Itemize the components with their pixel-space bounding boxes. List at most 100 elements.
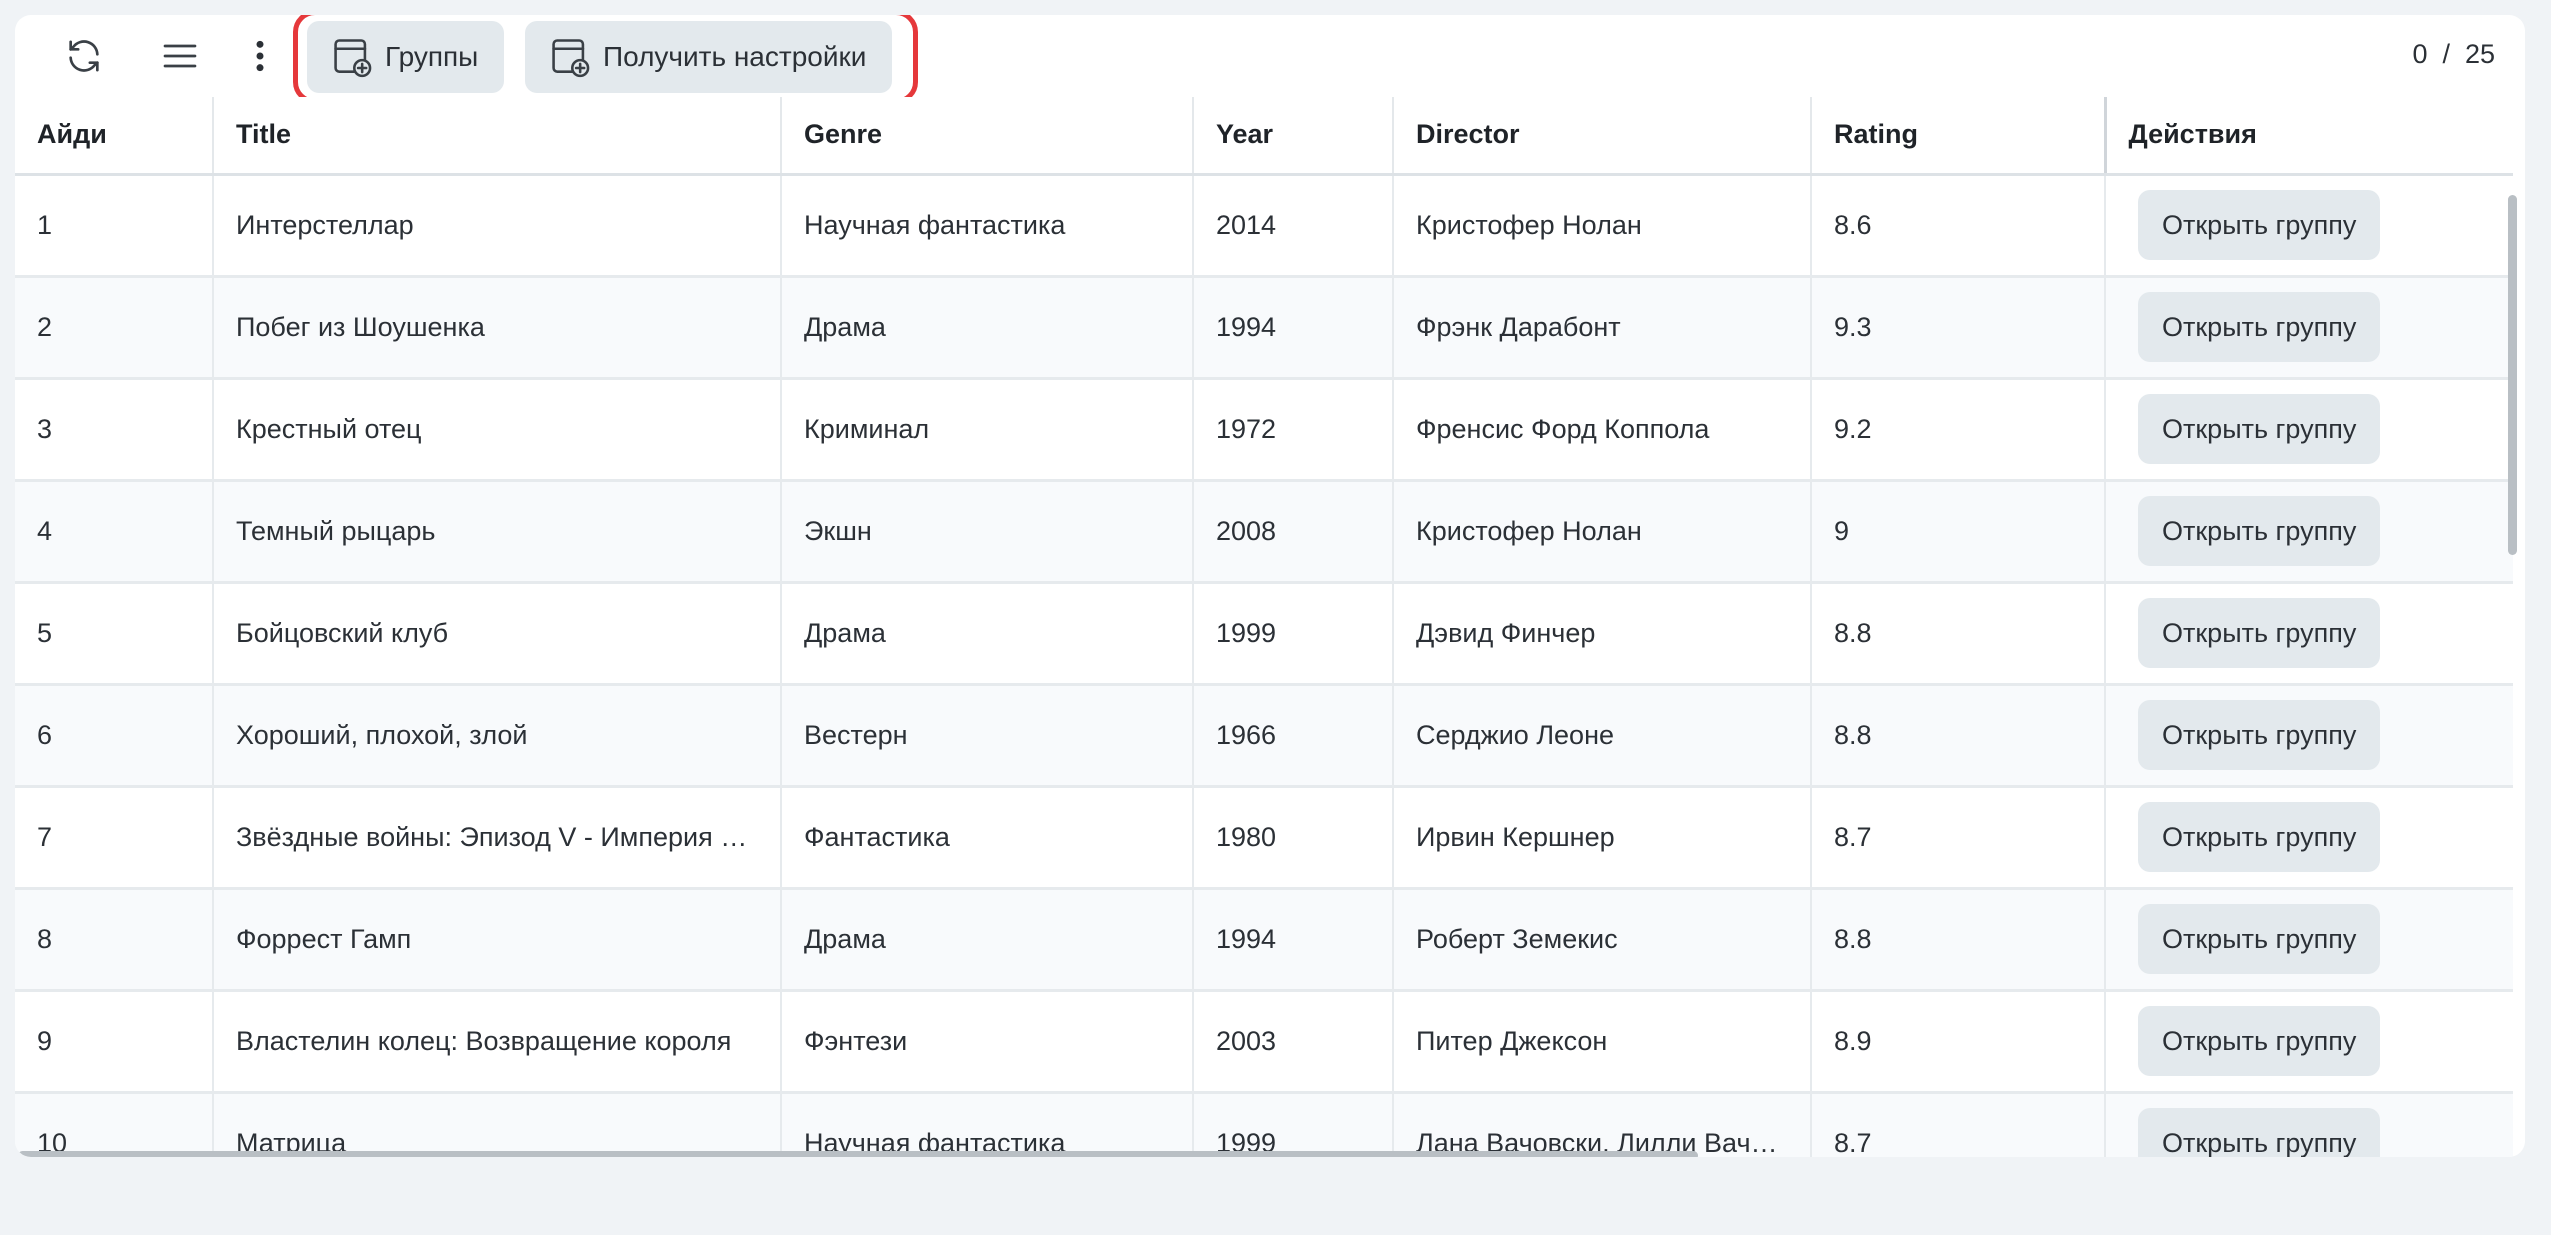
cell-director: Лана Вачовски, Лилли Вачовски — [1393, 1092, 1812, 1157]
cell-genre: Фэнтези — [781, 990, 1194, 1094]
cell-id: 6 — [15, 684, 214, 788]
column-header-director[interactable]: Director — [1393, 97, 1812, 176]
cell-id: 5 — [15, 582, 214, 686]
cell-director: Роберт Земекис — [1393, 888, 1812, 992]
cell-genre: Вестерн — [781, 684, 1194, 788]
movies-table: Айди Title Genre Year Director Rating Де… — [15, 97, 2513, 1157]
open-group-button[interactable]: Открыть группу — [2138, 394, 2381, 464]
cell-director: Фрэнк Дарабонт — [1393, 276, 1812, 380]
cell-year: 1980 — [1193, 786, 1394, 890]
cell-actions: Открыть группу — [2105, 786, 2513, 890]
open-group-button[interactable]: Открыть группу — [2138, 700, 2381, 770]
table-container[interactable]: Айди Title Genre Year Director Rating Де… — [15, 97, 2525, 1157]
cell-year: 1994 — [1193, 276, 1394, 380]
table-row[interactable]: 8 Форрест Гамп Драма 1994 Роберт Земекис 8.8 О… — [15, 888, 2513, 992]
cell-title: Форрест Гамп — [213, 888, 782, 992]
open-group-button[interactable]: Открыть группу — [2138, 802, 2381, 872]
groups-button[interactable]: Группы — [307, 21, 505, 93]
cell-rating: 8.8 — [1811, 684, 2106, 788]
cell-director: Кристофер Нолан — [1393, 480, 1812, 584]
table-header-row: Айди Title Genre Year Director Rating Де… — [15, 97, 2513, 176]
cell-year: 1999 — [1193, 1092, 1394, 1157]
table-row[interactable]: 5 Бойцовский клуб Драма 1999 Дэвид Финчер 8.8… — [15, 582, 2513, 686]
cell-director: Ирвин Кершнер — [1393, 786, 1812, 890]
cell-director: Кристофер Нолан — [1393, 174, 1812, 278]
table-row[interactable]: 4 Темный рыцарь Экшн 2008 Кристофер Нолан 9 От… — [15, 480, 2513, 584]
cell-rating: 9 — [1811, 480, 2106, 584]
cell-actions: Открыть группу — [2105, 582, 2513, 686]
column-header-id[interactable]: Айди — [15, 97, 214, 176]
cell-rating: 8.6 — [1811, 174, 2106, 278]
cell-rating: 8.8 — [1811, 888, 2106, 992]
cell-rating: 8.9 — [1811, 990, 2106, 1094]
cell-genre: Драма — [781, 276, 1194, 380]
get-settings-button[interactable]: Получить настройки — [525, 21, 893, 93]
cell-actions: Открыть группу — [2105, 378, 2513, 482]
cell-title: Темный рыцарь — [213, 480, 782, 584]
cell-title: Хороший, плохой, злой — [213, 684, 782, 788]
table-row[interactable]: 9 Властелин колец: Возвращение короля Фэнт… — [15, 990, 2513, 1094]
cell-id: 8 — [15, 888, 214, 992]
cell-title: Крестный отец — [213, 378, 782, 482]
cell-director: Питер Джексон — [1393, 990, 1812, 1094]
table-row[interactable]: 3 Крестный отец Криминал 1972 Френсис Форд К… — [15, 378, 2513, 482]
open-group-button[interactable]: Открыть группу — [2138, 1006, 2381, 1076]
cell-actions: Открыть группу — [2105, 888, 2513, 992]
window-plus-icon — [552, 39, 590, 78]
table-row[interactable]: 7 Звёздные войны: Эпизод V - Империя нано… — [15, 786, 2513, 890]
cell-director: Френсис Форд Коппола — [1393, 378, 1812, 482]
table-row[interactable]: 2 Побег из Шоушенка Драма 1994 Фрэнк Дарабон… — [15, 276, 2513, 380]
table-row[interactable]: 6 Хороший, плохой, злой Вестерн 1966 Серджио… — [15, 684, 2513, 788]
open-group-button[interactable]: Открыть группу — [2138, 190, 2381, 260]
refresh-icon[interactable] — [61, 33, 107, 79]
cell-rating: 9.2 — [1811, 378, 2106, 482]
hamburger-menu-icon[interactable] — [157, 33, 203, 79]
cell-id: 10 — [15, 1092, 214, 1157]
cell-genre: Криминал — [781, 378, 1194, 482]
cell-actions: Открыть группу — [2105, 174, 2513, 278]
cell-rating: 9.3 — [1811, 276, 2106, 380]
open-group-button[interactable]: Открыть группу — [2138, 598, 2381, 668]
cell-year: 2003 — [1193, 990, 1394, 1094]
cell-genre: Научная фантастика — [781, 1092, 1194, 1157]
selection-counter: 0 / 25 — [2412, 39, 2495, 69]
cell-genre: Научная фантастика — [781, 174, 1194, 278]
column-header-rating[interactable]: Rating — [1811, 97, 2106, 176]
vertical-scrollbar[interactable] — [2508, 195, 2517, 555]
cell-rating: 8.7 — [1811, 1092, 2106, 1157]
cell-title: Властелин колец: Возвращение короля — [213, 990, 782, 1094]
table-row[interactable]: 1 Интерстеллар Научная фантастика 2014 Крист… — [15, 174, 2513, 278]
cell-director: Дэвид Финчер — [1393, 582, 1812, 686]
column-header-year[interactable]: Year — [1193, 97, 1394, 176]
table-row[interactable]: 10 Матрица Научная фантастика 1999 Лана Вачо… — [15, 1092, 2513, 1157]
column-header-actions: Действия — [2103, 97, 2513, 176]
cell-title: Интерстеллар — [213, 174, 782, 278]
cell-rating: 8.8 — [1811, 582, 2106, 686]
cell-rating: 8.7 — [1811, 786, 2106, 890]
groups-button-label: Группы — [385, 41, 479, 72]
cell-genre: Экшн — [781, 480, 1194, 584]
cell-title: Матрица — [213, 1092, 782, 1157]
toolbar: Группы Получить настройки 0 / 25 — [15, 15, 2525, 104]
cell-id: 2 — [15, 276, 214, 380]
data-grid-panel: Группы Получить настройки 0 / 25 Айди Ti… — [15, 15, 2525, 1157]
open-group-button[interactable]: Открыть группу — [2138, 904, 2381, 974]
cell-actions: Открыть группу — [2105, 276, 2513, 380]
cell-year: 1972 — [1193, 378, 1394, 482]
column-header-genre[interactable]: Genre — [781, 97, 1194, 176]
cell-year: 1966 — [1193, 684, 1394, 788]
open-group-button[interactable]: Открыть группу — [2138, 292, 2381, 362]
horizontal-scrollbar[interactable] — [18, 1151, 1698, 1157]
kebab-more-icon[interactable] — [237, 33, 283, 79]
cell-year: 2008 — [1193, 480, 1394, 584]
cell-actions: Открыть группу — [2105, 684, 2513, 788]
column-header-title[interactable]: Title — [213, 97, 782, 176]
cell-genre: Драма — [781, 582, 1194, 686]
cell-title: Бойцовский клуб — [213, 582, 782, 686]
open-group-button[interactable]: Открыть группу — [2138, 496, 2381, 566]
window-plus-icon — [334, 39, 372, 78]
cell-actions: Открыть группу — [2105, 480, 2513, 584]
cell-genre: Фантастика — [781, 786, 1194, 890]
cell-year: 1994 — [1193, 888, 1394, 992]
open-group-button[interactable]: Открыть группу — [2138, 1108, 2381, 1157]
